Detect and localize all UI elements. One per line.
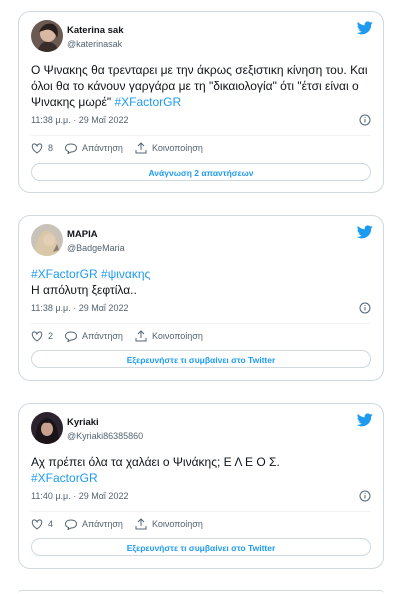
share-icon	[135, 518, 147, 530]
share-label: Κοινοποίηση	[151, 519, 203, 529]
tweet-body: Η απόλυτη ξεφτίλα..	[31, 283, 137, 297]
tweet-body: Ο Ψινακης θα τρενταρει με την άκρως σεξι…	[31, 63, 368, 109]
read-replies-button[interactable]: Ανάγνωση 2 απαντήσεων	[31, 163, 371, 181]
like-count: 8	[48, 143, 54, 153]
user-handle[interactable]: @katerinasak	[67, 39, 122, 49]
timestamp[interactable]: 11:38 μ.μ. · 29 Μαΐ 2022	[31, 303, 128, 313]
reply-button[interactable]: Απάντηση	[65, 142, 123, 154]
info-icon[interactable]	[359, 490, 371, 502]
tweet-actions: 2 Απάντηση Κοινοποίηση	[31, 330, 215, 342]
reply-icon	[65, 518, 78, 530]
heart-icon	[31, 330, 43, 342]
like-count: 2	[48, 331, 54, 341]
avatar[interactable]	[31, 224, 63, 256]
share-label: Κοινοποίηση	[151, 331, 203, 341]
display-name[interactable]: Katerina sak	[67, 25, 124, 36]
reply-label: Απάντηση	[82, 143, 123, 153]
reply-label: Απάντηση	[82, 519, 123, 529]
twitter-bird-icon[interactable]	[357, 21, 373, 35]
tweet-body: Αχ πρέπει όλα τα χαλάει ο Ψινάκης; Ε Λ Ε…	[31, 455, 280, 469]
like-button[interactable]: 4	[31, 518, 54, 530]
share-label: Κοινοποίηση	[151, 143, 203, 153]
avatar[interactable]	[31, 20, 63, 52]
user-handle[interactable]: @Kyriaki86385860	[67, 431, 143, 441]
share-icon	[135, 142, 147, 154]
reply-button[interactable]: Απάντηση	[65, 518, 123, 530]
timestamp[interactable]: 11:40 μ.μ. · 29 Μαΐ 2022	[31, 491, 128, 501]
share-button[interactable]: Κοινοποίηση	[135, 142, 203, 154]
tweet-text: Ο Ψινακης θα τρενταρει με την άκρως σεξι…	[31, 62, 371, 110]
like-button[interactable]: 2	[31, 330, 54, 342]
hashtag-link[interactable]: #XFactorGR	[114, 95, 181, 109]
divider	[31, 135, 371, 136]
divider	[31, 511, 371, 512]
avatar[interactable]	[31, 412, 63, 444]
timestamp[interactable]: 11:38 μ.μ. · 29 Μαΐ 2022	[31, 115, 128, 125]
share-icon	[135, 330, 147, 342]
reply-icon	[65, 142, 78, 154]
reply-icon	[65, 330, 78, 342]
like-button[interactable]: 8	[31, 142, 54, 154]
tweet-card: Kyriaki @Kyriaki86385860 Αχ πρέπει όλα τ…	[18, 403, 384, 569]
share-button[interactable]: Κοινοποίηση	[135, 330, 203, 342]
info-icon[interactable]	[359, 114, 371, 126]
display-name[interactable]: Kyriaki	[67, 417, 99, 428]
display-name[interactable]: ΜΑΡΙΑ	[67, 229, 98, 240]
explore-twitter-button[interactable]: Εξερευνήστε τι συμβαίνει στο Twitter	[31, 538, 371, 556]
tweet-text: #XFactorGR #ψινακης Η απόλυτη ξεφτίλα..	[31, 266, 371, 298]
hashtag-link[interactable]: #XFactorGR #ψινακης	[31, 266, 371, 282]
divider	[31, 323, 371, 324]
tweet-actions: 8 Απάντηση Κοινοποίηση	[31, 142, 215, 154]
tweet-actions: 4 Απάντηση Κοινοποίηση	[31, 518, 215, 530]
tweet-card: Katerina sak @katerinasak Ο Ψινακης θα τ…	[18, 11, 384, 193]
share-button[interactable]: Κοινοποίηση	[135, 518, 203, 530]
reply-button[interactable]: Απάντηση	[65, 330, 123, 342]
tweet-card: ΜΑΡΙΑ @BadgeMaria #XFactorGR #ψινακης Η α…	[18, 215, 384, 381]
like-count: 4	[48, 519, 54, 529]
tweet-text: Αχ πρέπει όλα τα χαλάει ο Ψινάκης; Ε Λ Ε…	[31, 454, 371, 486]
twitter-bird-icon[interactable]	[357, 413, 373, 427]
user-handle[interactable]: @BadgeMaria	[67, 243, 125, 253]
twitter-bird-icon[interactable]	[357, 225, 373, 239]
reply-label: Απάντηση	[82, 331, 123, 341]
explore-twitter-button[interactable]: Εξερευνήστε τι συμβαίνει στο Twitter	[31, 350, 371, 368]
info-icon[interactable]	[359, 302, 371, 314]
hashtag-link[interactable]: #XFactorGR	[31, 470, 371, 486]
heart-icon	[31, 142, 43, 154]
heart-icon	[31, 518, 43, 530]
next-tweet-card-edge	[18, 590, 384, 594]
